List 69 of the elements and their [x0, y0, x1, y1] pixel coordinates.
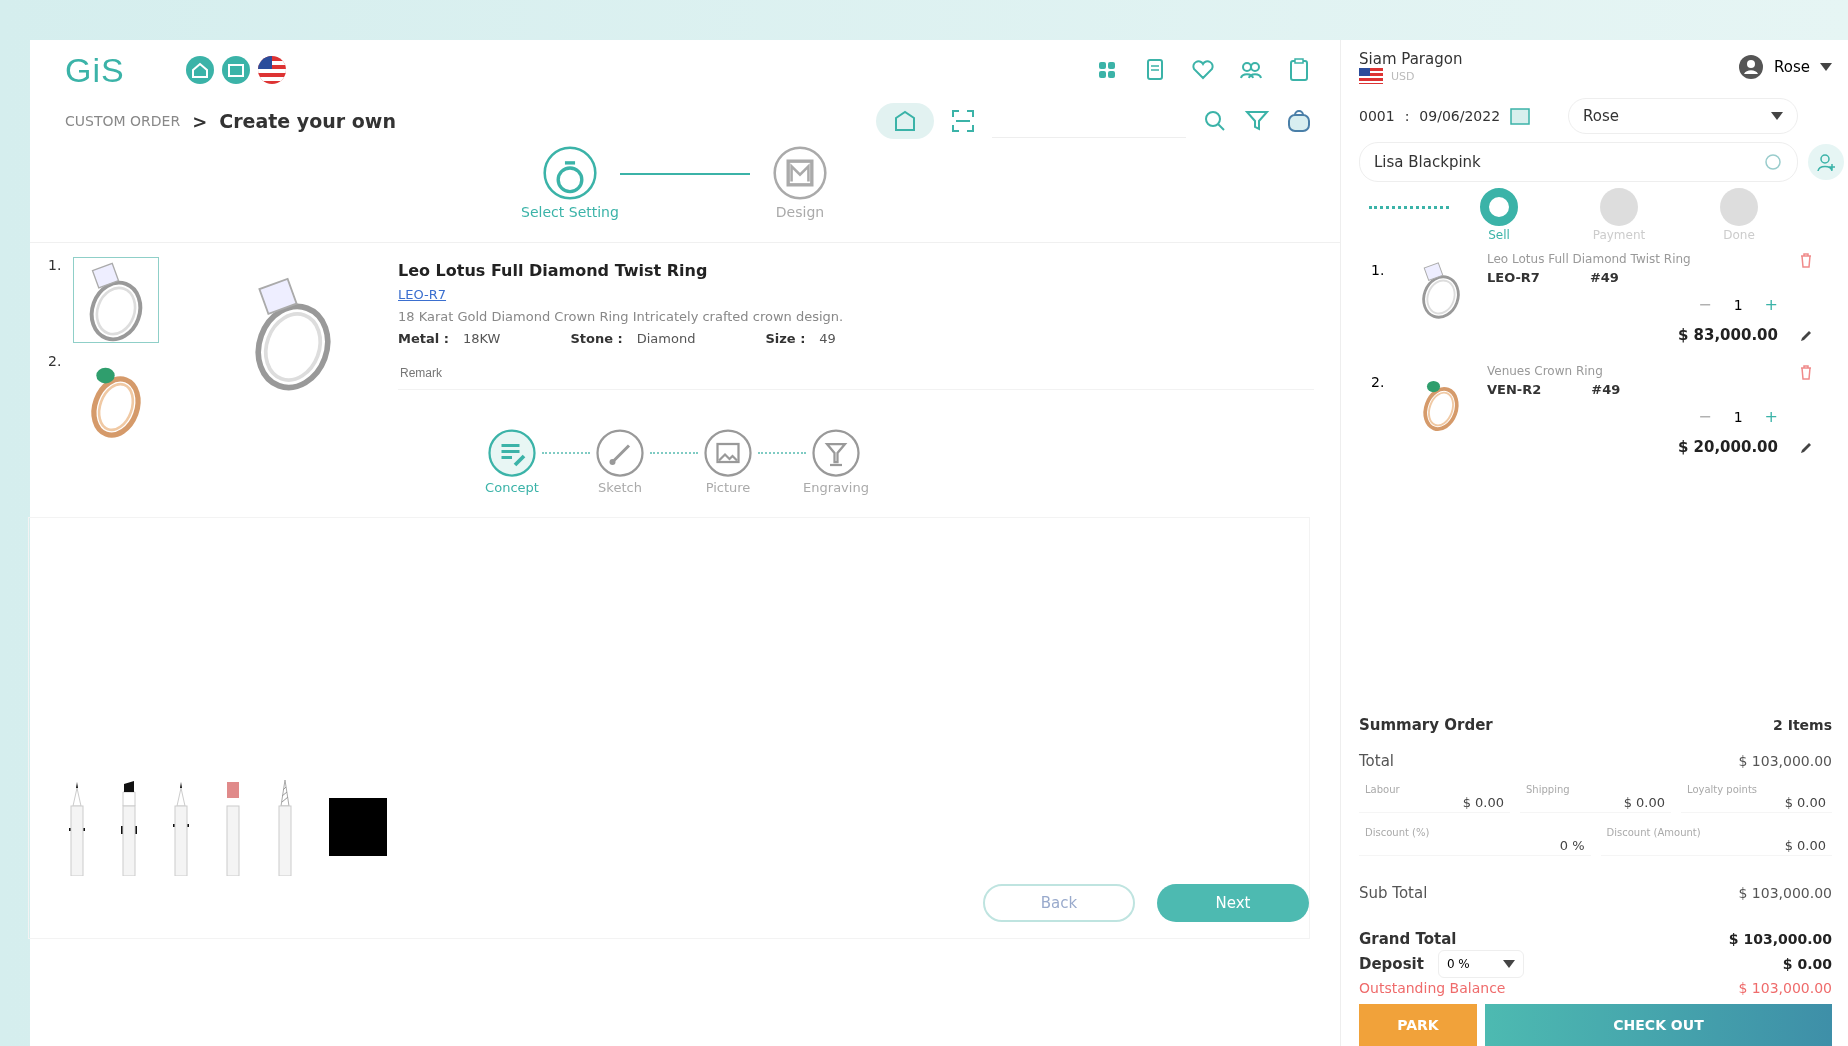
- outstanding-label: Outstanding Balance: [1359, 980, 1506, 996]
- user-menu[interactable]: Rose: [1738, 50, 1832, 84]
- discount-field[interactable]: Discount (Amount) $ 0.00: [1600, 825, 1832, 856]
- product-code-link[interactable]: LEO-R7: [398, 287, 447, 302]
- store-name: Siam Paragon: [1359, 50, 1463, 68]
- minus-button[interactable]: −: [1698, 295, 1712, 314]
- separator-text: :: [1404, 108, 1410, 124]
- quantity: 1: [1733, 296, 1743, 313]
- salesperson-dropdown[interactable]: Rose: [1568, 98, 1799, 134]
- order-date: 09/06/2022: [1419, 108, 1501, 124]
- step-label: Sell: [1488, 228, 1510, 242]
- item-size: #49: [1589, 270, 1619, 285]
- total-label: Total: [1359, 752, 1395, 770]
- plus-button[interactable]: +: [1764, 295, 1778, 314]
- item-number: 2.: [48, 353, 62, 371]
- step-label[interactable]: Sketch: [598, 480, 642, 495]
- step-label[interactable]: Concept: [485, 480, 539, 495]
- logo: GiS: [65, 50, 126, 90]
- item-code: VEN-R2: [1487, 382, 1542, 397]
- grand-total-label: Grand Total: [1359, 930, 1457, 948]
- summary-title: Summary Order: [1359, 716, 1493, 734]
- park-button[interactable]: PARK: [1359, 1004, 1477, 1046]
- item-number: 1.: [1370, 261, 1386, 280]
- attribute-label: Size :: [765, 331, 806, 346]
- item-number: 1.: [48, 257, 62, 275]
- breadcrumb-separator: >: [192, 110, 208, 132]
- step-label: Design: [775, 204, 825, 220]
- quantity: 1: [1733, 408, 1743, 425]
- attribute-label: Metal :: [398, 331, 449, 346]
- item-number: 2.: [1370, 373, 1386, 392]
- deposit-value: $ 0.00: [1782, 956, 1832, 972]
- order-number: 0001: [1359, 108, 1395, 124]
- deposit-label: Deposit: [1359, 955, 1424, 973]
- item-code: LEO-R7: [1487, 270, 1540, 285]
- attribute-value: Diamond: [636, 331, 696, 346]
- breadcrumb-link[interactable]: CUSTOM ORDER: [65, 113, 181, 129]
- fee-field[interactable]: Loyalty points $ 0.00: [1681, 782, 1832, 813]
- plus-button[interactable]: +: [1764, 407, 1778, 426]
- currency-label: USD: [1391, 69, 1415, 83]
- attribute-value: 49: [819, 331, 836, 346]
- page-title: Create your own: [219, 110, 396, 132]
- product-name: Leo Lotus Full Diamond Twist Ring: [398, 261, 709, 280]
- subtotal-value: $ 103,000.00: [1738, 885, 1832, 901]
- grand-total-value: $ 103,000.00: [1728, 931, 1832, 947]
- back-button[interactable]: Back: [983, 884, 1135, 922]
- item-name: Venues Crown Ring: [1487, 364, 1604, 378]
- item-price: $ 83,000.00: [1676, 326, 1778, 344]
- step-label[interactable]: Picture: [705, 480, 751, 495]
- total-value: $ 103,000.00: [1738, 753, 1832, 769]
- item-count: 2 Items: [1773, 717, 1832, 733]
- fee-field[interactable]: Shipping $ 0.00: [1520, 782, 1671, 813]
- deposit-dropdown[interactable]: 0 %: [1437, 950, 1524, 978]
- attribute-value: 18KW: [462, 331, 501, 346]
- subtotal-label: Sub Total: [1359, 884, 1428, 902]
- discount-field[interactable]: Discount (%) 0 %: [1359, 825, 1591, 856]
- minus-button[interactable]: −: [1698, 407, 1712, 426]
- step-label[interactable]: Engraving: [803, 480, 869, 495]
- next-button[interactable]: Next: [1157, 884, 1309, 922]
- drawing-canvas[interactable]: Back Next: [28, 517, 1310, 939]
- item-size: #49: [1591, 382, 1621, 397]
- checkout-button[interactable]: CHECK OUT: [1485, 1004, 1832, 1046]
- customer-field[interactable]: Lisa Blackpink: [1359, 142, 1798, 182]
- attribute-label: Stone :: [570, 331, 623, 346]
- fee-field[interactable]: Labour $ 0.00: [1359, 782, 1510, 813]
- product-description: 18 Karat Gold Diamond Crown Ring Intricately crafted crown design.: [398, 309, 845, 324]
- step-label: Select Setting: [521, 204, 619, 220]
- outstanding-value: $ 103,000.00: [1738, 980, 1832, 996]
- item-price: $ 20,000.00: [1676, 438, 1778, 456]
- item-name: Leo Lotus Full Diamond Twist Ring: [1487, 252, 1692, 266]
